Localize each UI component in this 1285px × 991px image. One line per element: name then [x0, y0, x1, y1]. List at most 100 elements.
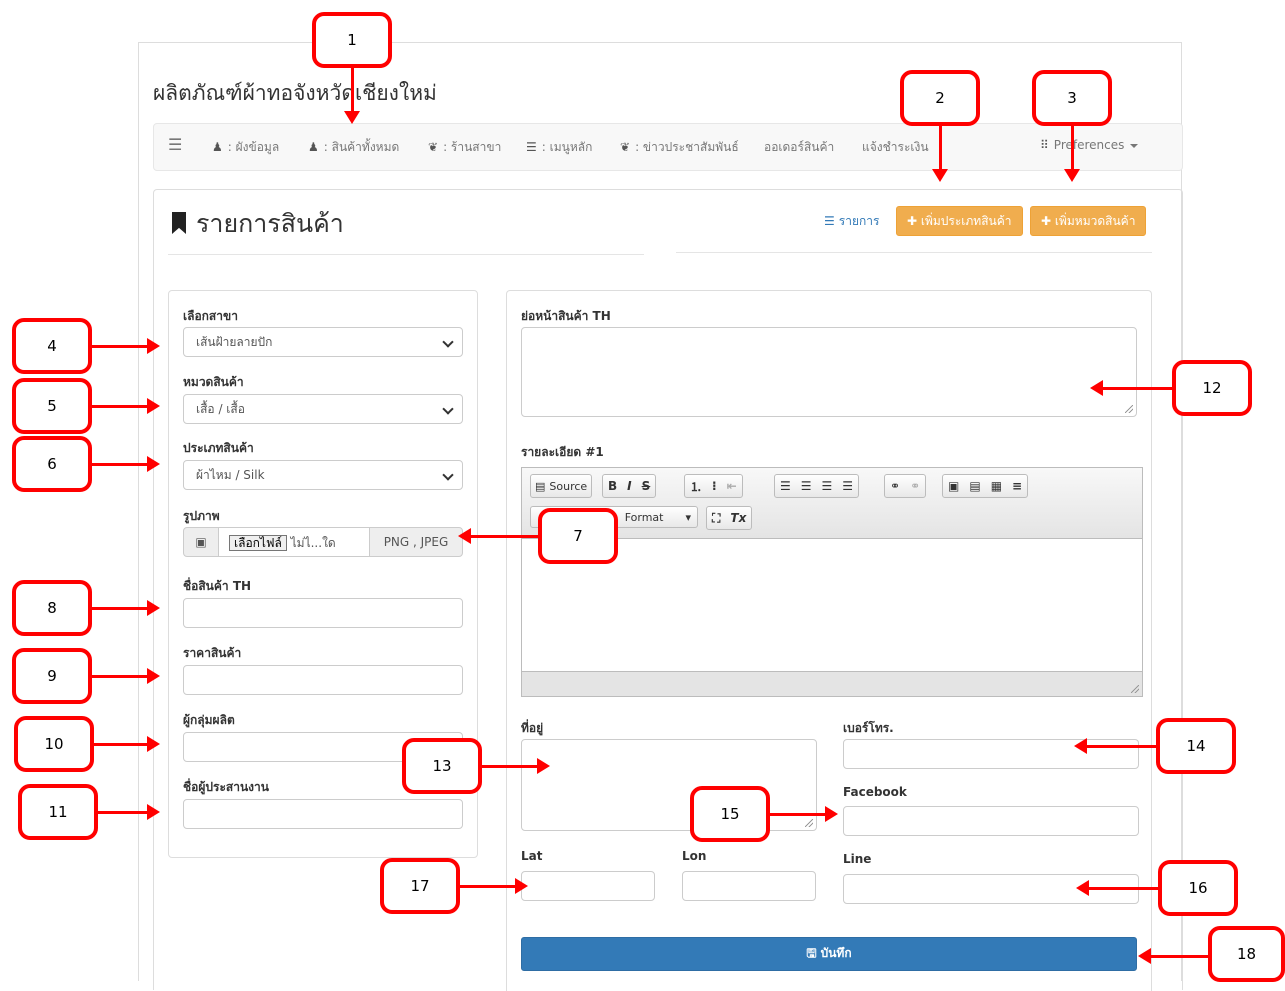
nav-item-main-menu[interactable]: ☰: เมนูหลัก: [526, 138, 592, 157]
callout-arrow: [1138, 948, 1208, 964]
address-label: ที่อยู่: [521, 721, 544, 735]
link-icon[interactable]: ⚭: [885, 479, 905, 493]
remove-format-icon[interactable]: Tx: [725, 511, 751, 525]
phone-input[interactable]: [843, 739, 1139, 769]
file-input[interactable]: เลือกไฟล์ ไม่ไ...ใด: [219, 527, 369, 557]
preferences-dropdown[interactable]: ⠿ Preferences: [1040, 138, 1139, 152]
bold-button[interactable]: B: [603, 479, 622, 493]
branch-label: เลือกสาขา: [183, 309, 238, 323]
format-label: Format: [624, 510, 664, 524]
italic-button[interactable]: I: [622, 479, 636, 493]
callout-13: 13: [402, 738, 482, 794]
source-label: Source: [549, 479, 588, 493]
nav-item-label: : สินค้าทั้งหมด: [323, 140, 400, 154]
type-select-value: ผ้าไหม / Silk: [196, 468, 265, 482]
outdent-icon[interactable]: ⇤: [722, 479, 742, 493]
nav-item-branches[interactable]: ❦: ร้านสาขา: [428, 138, 501, 157]
nav-item-orders[interactable]: ออเดอร์สินค้า: [764, 138, 834, 157]
lat-input[interactable]: [521, 871, 655, 901]
branch-select-value: เส้นฝ้ายลายปัก: [196, 335, 273, 349]
save-icon: 🖫: [806, 946, 817, 960]
nav-item-all-products[interactable]: ♟: สินค้าทั้งหมด: [308, 138, 399, 157]
image-upload-group: ▣ เลือกไฟล์ ไม่ไ...ใด PNG , JPEG: [183, 527, 463, 557]
source-button[interactable]: ▤ Source: [530, 474, 593, 498]
address-textarea[interactable]: [521, 739, 817, 831]
bookmark-icon: [172, 212, 186, 234]
type-label: ประเภทสินค้า: [183, 441, 254, 455]
horizontal-line-icon[interactable]: ≡: [1007, 479, 1027, 493]
callout-18: 18: [1208, 926, 1285, 982]
nav-item-news[interactable]: ❦: ข่าวประชาสัมพันธ์: [620, 138, 739, 157]
facebook-input[interactable]: [843, 806, 1139, 836]
unlink-icon[interactable]: ⚭: [905, 479, 925, 493]
lon-input[interactable]: [682, 871, 816, 901]
editor-status-bar: [522, 671, 1142, 696]
resize-grip-icon[interactable]: [1131, 685, 1139, 693]
link-group: ⚭ ⚭: [884, 474, 927, 498]
chart-icon: ⠿: [1040, 138, 1049, 152]
branch-select[interactable]: เส้นฝ้ายลายปัก: [183, 327, 463, 357]
summary-textarea[interactable]: [521, 327, 1137, 417]
leaf-icon: ❦: [620, 140, 631, 154]
rich-text-editor[interactable]: ▤ Source BIS ⒈ ⁝ ⇤ ☰ ☰ ☰ ☰ ⚭ ⚭ ▣ ▤ ▦ ≡ Format ▾ ⛶ Tx: [521, 467, 1143, 697]
image-formats: PNG , JPEG: [369, 527, 463, 557]
divider: [168, 254, 644, 255]
nav-item-data-map[interactable]: ♟ : ผังข้อมูล: [212, 138, 279, 157]
image-icon[interactable]: ▣: [943, 479, 964, 493]
numbered-list-icon[interactable]: ⒈: [685, 478, 707, 495]
price-input[interactable]: [183, 665, 463, 695]
choose-file-button[interactable]: เลือกไฟล์: [229, 535, 287, 551]
nav-item-label: : ร้านสาขา: [443, 140, 502, 154]
callout-arrow: [94, 736, 160, 752]
add-product-type-button[interactable]: ✚ เพิ่มประเภทสินค้า: [896, 206, 1023, 236]
align-center-icon[interactable]: ☰: [796, 479, 817, 493]
resize-grip-icon[interactable]: [805, 819, 813, 827]
producer-label: ผู้กลุ่มผลิต: [183, 713, 235, 727]
product-panel: รายการสินค้า ☰ รายการ ✚ เพิ่มประเภทสินค้า…: [153, 189, 1183, 991]
callout-arrow: [1064, 126, 1080, 182]
callout-12: 12: [1172, 360, 1252, 416]
category-select-value: เสื้อ / เสื้อ: [196, 402, 245, 416]
nav-item-payment[interactable]: แจ้งชำระเงิน: [862, 138, 929, 157]
resize-grip-icon[interactable]: [1125, 405, 1133, 413]
callout-arrow: [92, 338, 160, 354]
category-select[interactable]: เสื้อ / เสื้อ: [183, 394, 463, 424]
callout-1: 1: [312, 12, 392, 68]
strike-button[interactable]: S: [637, 479, 656, 493]
flash-icon[interactable]: ▤: [964, 479, 985, 493]
insert-group: ▣ ▤ ▦ ≡: [942, 474, 1029, 498]
page-title-text: รายการสินค้า: [196, 209, 344, 238]
list-link[interactable]: ☰ รายการ: [824, 212, 879, 231]
align-group: ☰ ☰ ☰ ☰: [774, 474, 860, 498]
add-product-category-button[interactable]: ✚ เพิ่มหมวดสินค้า: [1030, 206, 1147, 236]
align-left-icon[interactable]: ☰: [775, 479, 796, 493]
callout-9: 9: [12, 648, 92, 704]
callout-10: 10: [14, 716, 94, 772]
callout-arrow: [932, 126, 948, 182]
list-group: ⒈ ⁝ ⇤: [684, 474, 743, 498]
callout-3: 3: [1032, 70, 1112, 126]
list-link-label: รายการ: [838, 214, 880, 228]
callout-5: 5: [12, 378, 92, 434]
chevron-down-icon: [442, 336, 454, 348]
table-icon[interactable]: ▦: [986, 479, 1007, 493]
bullet-list-icon[interactable]: ⁝: [707, 479, 722, 493]
type-select[interactable]: ผ้าไหม / Silk: [183, 460, 463, 490]
callout-2: 2: [900, 70, 980, 126]
nav-item-label: : ผังข้อมูล: [227, 140, 280, 154]
coordinator-input[interactable]: [183, 799, 463, 829]
menu-toggle-icon[interactable]: ☰: [168, 135, 182, 154]
callout-arrow: [344, 68, 360, 124]
callout-arrow: [98, 804, 160, 820]
callout-11: 11: [18, 784, 98, 840]
align-justify-icon[interactable]: ☰: [837, 479, 858, 493]
product-name-input[interactable]: [183, 598, 463, 628]
user-icon: ♟: [212, 140, 223, 154]
callout-16: 16: [1158, 860, 1238, 916]
no-file-text: ไม่ไ...ใด: [290, 536, 336, 550]
maximize-icon[interactable]: ⛶: [707, 511, 725, 526]
save-button[interactable]: 🖫 บันทึก: [521, 937, 1137, 971]
align-right-icon[interactable]: ☰: [817, 479, 838, 493]
coordinator-label: ชื่อผู้ประสานงาน: [183, 780, 269, 794]
chevron-down-icon: [442, 403, 454, 415]
